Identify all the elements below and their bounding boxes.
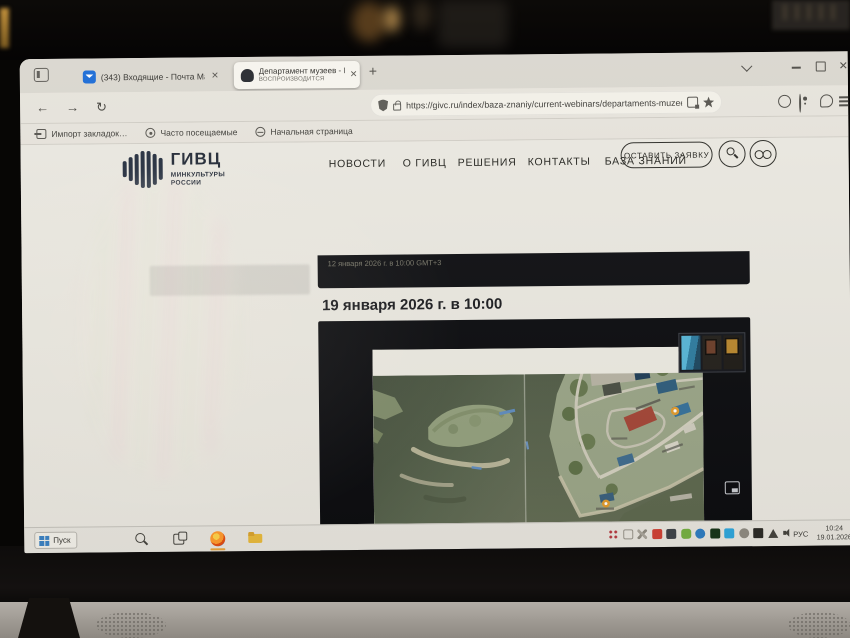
tray-icon[interactable] — [666, 529, 676, 539]
task-view-icon[interactable] — [172, 532, 187, 547]
new-tab-button[interactable]: + — [369, 63, 377, 79]
close-window-button[interactable]: ✕ — [839, 59, 848, 72]
tab-mail[interactable]: (343) Входящие - Почта Mail ✕ — [76, 62, 226, 90]
close-tab-icon[interactable]: ✕ — [350, 69, 358, 80]
search-icon — [727, 147, 735, 155]
picture-frame — [772, 0, 850, 30]
background-object — [438, 0, 508, 48]
satellite-map-graphic — [372, 347, 704, 540]
logo-title: ГИВЦ — [171, 149, 233, 170]
https-lock-icon[interactable] — [393, 103, 401, 110]
laptop-bezel — [0, 546, 850, 606]
tracking-protection-shield-icon[interactable] — [378, 99, 388, 111]
accessibility-version-button[interactable] — [749, 140, 776, 167]
taskbar-search-icon[interactable] — [134, 532, 149, 547]
nav-news[interactable]: НОВОСТИ — [329, 158, 386, 171]
camera-thumbnail — [681, 336, 700, 370]
tray-icon[interactable] — [739, 528, 749, 538]
tray-icon[interactable] — [681, 529, 691, 539]
taskbar-clock[interactable]: 10:24 19.01.2026 — [816, 524, 850, 543]
nav-about[interactable]: О ГИВЦ — [403, 157, 447, 169]
tray-bluetooth-icon[interactable] — [695, 529, 705, 539]
picture-in-picture-icon[interactable] — [725, 481, 740, 494]
tab-title: (343) Входящие - Почта Mail — [101, 71, 205, 82]
bookmark-label: Часто посещаемые — [160, 127, 237, 138]
tab-site-active[interactable]: Департамент музеев - Главн… ВОСПРОИЗВОДИ… — [234, 61, 360, 89]
gear-icon — [145, 128, 155, 138]
file-explorer-icon[interactable] — [248, 531, 263, 546]
photo-of-laptop: (343) Входящие - Почта Mail ✕ Департамен… — [0, 0, 850, 638]
back-button[interactable]: ← — [36, 100, 49, 115]
sync-status-icon[interactable] — [778, 95, 791, 108]
eyeglasses-icon — [755, 150, 772, 158]
camera-thumbnail — [702, 335, 721, 369]
bookmark-label: Начальная страница — [270, 126, 352, 137]
blurred-sidebar-item — [150, 264, 310, 296]
system-tray — [608, 528, 793, 540]
bookmark-import[interactable]: Импорт закладок… — [36, 128, 127, 139]
tray-icon[interactable] — [724, 528, 734, 538]
forward-button[interactable]: → — [66, 100, 79, 115]
bookmark-home[interactable]: Начальная страница — [255, 126, 352, 137]
presenter-video-thumbnails[interactable] — [678, 332, 745, 373]
tray-icon[interactable] — [623, 529, 633, 539]
screenshot-icon[interactable] — [687, 97, 698, 108]
lamp-reflection — [0, 8, 9, 48]
logo-bars-icon — [123, 150, 163, 188]
tray-icon[interactable] — [608, 529, 618, 539]
webinar-slide — [372, 347, 704, 540]
history-icon[interactable] — [820, 94, 833, 107]
import-icon — [36, 129, 46, 139]
video-player[interactable]: ПРЯМОЙ ЭФИР ⚙ — [318, 317, 753, 553]
light-bokeh — [384, 6, 400, 32]
light-bokeh — [412, 0, 432, 30]
reload-button[interactable]: ↻ — [96, 99, 107, 115]
tray-icon[interactable] — [710, 528, 720, 538]
close-tab-icon[interactable]: ✕ — [211, 70, 219, 81]
logo-text: ГИВЦ МИНКУЛЬТУРЫ РОССИИ — [171, 149, 233, 188]
clock-time: 10:24 — [816, 524, 850, 533]
hamburger-menu-icon[interactable] — [838, 94, 850, 107]
windows-logo-icon — [39, 535, 49, 545]
previous-webinar-video-bottom[interactable]: 12 января 2026 г. в 10:00 GMT+3 — [318, 251, 750, 288]
url-bar[interactable]: https://givc.ru/index/baza-znaniy/curren… — [370, 90, 722, 116]
speaker-grille — [788, 612, 850, 638]
nav-contacts[interactable]: КОНТАКТЫ — [528, 156, 591, 169]
logo-subtitle: МИНКУЛЬТУРЫ РОССИИ — [171, 171, 233, 188]
leave-request-button[interactable]: ОСТАВИТЬ ЗАЯВКУ — [620, 142, 712, 169]
language-indicator[interactable]: РУС — [793, 530, 808, 539]
volume-icon[interactable] — [783, 528, 793, 538]
bookmark-star-icon[interactable] — [703, 97, 714, 108]
givc-logo[interactable]: ГИВЦ МИНКУЛЬТУРЫ РОССИИ — [123, 149, 233, 188]
laptop-screen: (343) Входящие - Почта Mail ✕ Департамен… — [20, 51, 850, 553]
camera-thumbnail — [723, 335, 742, 369]
tray-icon[interactable] — [652, 529, 662, 539]
previous-webinar-caption: 12 января 2026 г. в 10:00 GMT+3 — [328, 258, 442, 268]
light-bokeh — [352, 2, 386, 42]
site-search-button[interactable] — [718, 140, 745, 167]
tab-playing-badge: ВОСПРОИЗВОДИТСЯ — [259, 76, 345, 84]
mail-favicon — [83, 70, 96, 83]
tab-list-chevron-icon[interactable] — [743, 60, 753, 70]
active-app-underline — [210, 548, 225, 550]
current-webinar-heading: 19 января 2026 г. в 10:00 — [322, 296, 502, 315]
start-label: Пуск — [53, 536, 70, 545]
bookmark-label: Импорт закладок… — [51, 128, 127, 139]
givc-webpage: ГИВЦ МИНКУЛЬТУРЫ РОССИИ НОВОСТИ О ГИВЦ Р… — [20, 137, 850, 527]
url-text[interactable]: https://givc.ru/index/baza-znaniy/curren… — [406, 97, 682, 110]
clock-date: 19.01.2026 — [816, 533, 850, 542]
firefox-view-icon[interactable] — [34, 68, 49, 82]
bookmark-frequent[interactable]: Часто посещаемые — [145, 127, 237, 138]
start-button[interactable]: Пуск — [34, 532, 77, 549]
account-icon[interactable] — [799, 94, 801, 113]
site-favicon — [241, 69, 254, 82]
nav-solutions[interactable]: РЕШЕНИЯ — [458, 156, 517, 169]
network-icon[interactable] — [768, 528, 779, 537]
tray-laptop-icon[interactable] — [753, 528, 763, 538]
firefox-taskbar-icon[interactable] — [210, 531, 225, 546]
tray-scissors-icon[interactable] — [637, 529, 647, 539]
tab-text: Департамент музеев - Главн… ВОСПРОИЗВОДИ… — [259, 67, 345, 84]
speaker-grille — [96, 612, 166, 638]
home-page-icon — [255, 127, 265, 137]
